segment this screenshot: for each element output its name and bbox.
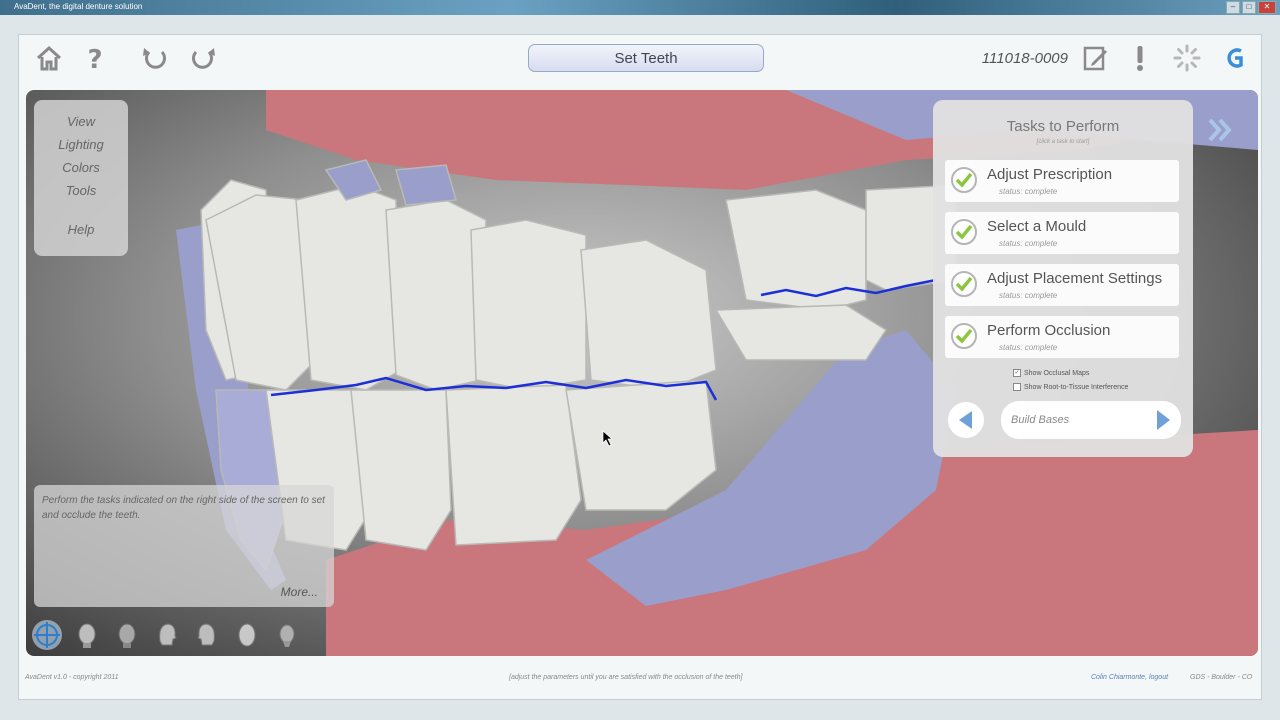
spinner-icon [1173, 44, 1201, 72]
maximize-button[interactable]: □ [1242, 1, 1256, 14]
g-logo-icon [1227, 48, 1243, 68]
alert-button[interactable] [1123, 41, 1157, 75]
task-status: status: complete [999, 291, 1058, 300]
help-button[interactable]: ? [78, 41, 112, 75]
head-bottom-icon [279, 624, 295, 647]
view-front-button[interactable] [72, 620, 102, 650]
task-perform-occlusion[interactable]: Perform Occlusion status: complete [945, 316, 1179, 358]
close-button[interactable]: ✕ [1258, 1, 1276, 14]
head-top-icon [238, 623, 256, 647]
instructions-panel: Perform the tasks indicated on the right… [34, 485, 334, 607]
task-panel-subtitle: [click a task to start] [1036, 139, 1090, 145]
globalgds-button[interactable] [1218, 41, 1252, 75]
check-icon [951, 323, 977, 349]
show-root-interference-option[interactable]: Show Root-to-Tissue Interference [1013, 383, 1128, 391]
crosshair-view-button[interactable] [32, 620, 62, 650]
edit-notes-icon [1083, 46, 1107, 71]
task-label: Adjust Placement Settings [987, 270, 1163, 287]
arrow-left-icon [959, 411, 972, 429]
more-link[interactable]: More... [281, 585, 318, 599]
footer-hint: [adjust the parameters until you are sat… [509, 674, 743, 681]
menu-lighting[interactable]: Lighting [34, 133, 128, 156]
task-panel-title: Tasks to Perform [1006, 118, 1120, 135]
current-step-title: Set Teeth [528, 44, 764, 72]
undo-button[interactable] [138, 41, 172, 75]
view-top-button[interactable] [232, 620, 262, 650]
task-label: Perform Occlusion [987, 322, 1111, 339]
task-adjust-placement-settings[interactable]: Adjust Placement Settings status: comple… [945, 264, 1179, 306]
option-label: Show Occlusal Maps [1024, 369, 1090, 377]
view-bottom-button[interactable] [272, 620, 302, 650]
check-icon [951, 167, 977, 193]
view-orientation-bar [32, 620, 302, 650]
task-adjust-prescription[interactable]: Adjust Prescription status: complete [945, 160, 1179, 202]
footer-copyright: AvaDent v1.0 - copyright 2011 [25, 674, 119, 681]
task-select-mould[interactable]: Select a Mould status: complete [945, 212, 1179, 254]
crosshair-icon [34, 622, 60, 648]
window-title: AvaDent, the digital denture solution [14, 2, 143, 11]
notes-button[interactable] [1078, 41, 1112, 75]
task-label: Select a Mould [987, 218, 1087, 235]
view-menu: View Lighting Colors Tools Help [34, 100, 128, 256]
task-status: status: complete [999, 239, 1058, 248]
option-label: Show Root-to-Tissue Interference [1024, 383, 1129, 391]
head-right-icon [197, 623, 215, 646]
menu-tools[interactable]: Tools [34, 179, 128, 202]
head-back-icon [118, 623, 136, 648]
window-controls: – □ ✕ [1226, 1, 1276, 14]
show-occlusal-maps-option[interactable]: ✓ Show Occlusal Maps [1013, 369, 1089, 377]
head-left-icon [159, 623, 177, 646]
double-chevron-right-icon [1208, 118, 1232, 142]
menu-help[interactable]: Help [34, 218, 128, 241]
redo-icon [192, 48, 215, 69]
show-occlusal-maps-checkbox[interactable]: ✓ [1013, 369, 1021, 377]
case-id: 111018-0009 [981, 50, 1068, 67]
home-button[interactable] [32, 41, 66, 75]
view-left-button[interactable] [152, 620, 182, 650]
show-root-interference-checkbox[interactable] [1013, 383, 1021, 391]
next-step-button[interactable]: Build Bases [1001, 401, 1181, 439]
home-icon [36, 45, 62, 71]
view-back-button[interactable] [112, 620, 142, 650]
undo-icon [143, 48, 166, 69]
task-status: status: complete [999, 187, 1058, 196]
instructions-text: Perform the tasks indicated on the right… [42, 495, 325, 521]
exclamation-icon [1137, 46, 1143, 71]
footer-user-logout[interactable]: Colin Chiarmonte, logout [1091, 674, 1168, 681]
collapse-panel-button[interactable] [1204, 116, 1236, 149]
menu-view[interactable]: View [34, 110, 128, 133]
processing-button[interactable] [1170, 41, 1204, 75]
redo-button[interactable] [186, 41, 220, 75]
next-step-label: Build Bases [1011, 414, 1070, 426]
check-icon [951, 271, 977, 297]
window-titlebar: AvaDent, the digital denture solution – … [0, 0, 1280, 15]
view-right-button[interactable] [192, 620, 222, 650]
arrow-right-icon [1153, 408, 1173, 437]
check-icon [951, 219, 977, 245]
minimize-button[interactable]: – [1226, 1, 1240, 14]
menu-colors[interactable]: Colors [34, 156, 128, 179]
svg-text:?: ? [87, 45, 102, 73]
task-status: status: complete [999, 343, 1058, 352]
previous-step-button[interactable] [948, 402, 984, 438]
head-front-icon [78, 623, 96, 648]
question-icon: ? [87, 45, 102, 73]
footer-location: GDS - Boulder - CO [1190, 674, 1253, 681]
task-label: Adjust Prescription [987, 166, 1113, 183]
